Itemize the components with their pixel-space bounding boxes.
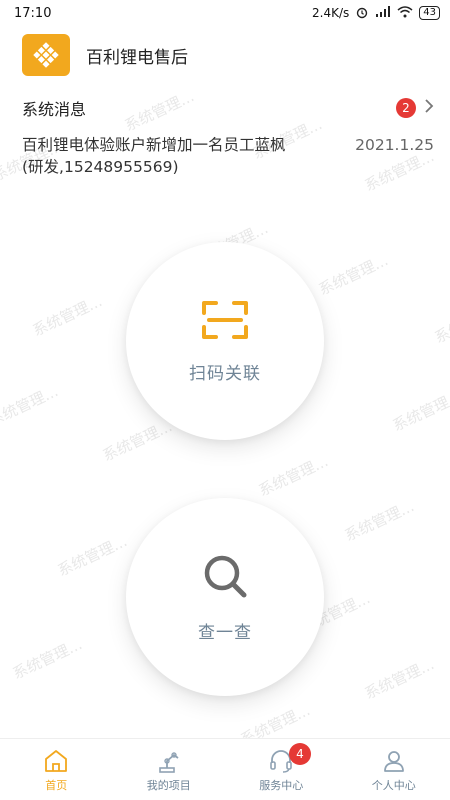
- net-speed: 2.4K/s: [312, 6, 350, 20]
- service-count-badge: 4: [289, 743, 311, 765]
- robot-arm-icon: [156, 747, 182, 775]
- user-icon: [381, 747, 407, 775]
- system-messages-title: 系统消息: [22, 100, 87, 119]
- watermark: 系统管理...: [29, 292, 105, 340]
- system-message-item[interactable]: 百利锂电体验账户新增加一名员工蓝枫 2021.1.25 (研发,15248955…: [22, 134, 434, 178]
- message-detail: (研发,15248955569): [22, 158, 179, 176]
- nav-projects[interactable]: 我的项目: [113, 739, 226, 800]
- alarm-icon: [355, 5, 369, 22]
- scan-link-button[interactable]: 扫码关联: [126, 242, 324, 440]
- watermark: 系统管理...: [255, 452, 331, 500]
- watermark: 系统管理...: [99, 417, 175, 465]
- scan-icon: [201, 299, 249, 345]
- lookup-button[interactable]: 查一查: [126, 498, 324, 696]
- message-date: 2021.1.25: [355, 136, 434, 154]
- scan-link-label: 扫码关联: [189, 363, 261, 384]
- nav-projects-label: 我的项目: [146, 778, 191, 792]
- watermark: 系统管理...: [9, 635, 85, 683]
- bottom-nav: 首页 我的项目 服务中心 4 个人中心: [0, 738, 450, 800]
- app-logo: [22, 34, 70, 76]
- status-time: 17:10: [14, 5, 52, 21]
- status-bar: 17:10 2.4K/s 43: [0, 0, 450, 26]
- lookup-label: 查一查: [198, 622, 252, 643]
- watermark: 系统管理...: [315, 251, 391, 299]
- watermark: 系统管理...: [431, 299, 450, 347]
- watermark: 系统管理...: [361, 655, 437, 703]
- signal-icon: [375, 5, 391, 21]
- system-messages-header[interactable]: 系统消息 2: [22, 94, 434, 122]
- watermark: 系统管理...: [0, 382, 61, 430]
- message-text: 百利锂电体验账户新增加一名员工蓝枫: [22, 136, 286, 154]
- nav-profile-label: 个人中心: [371, 778, 416, 792]
- watermark: 系统管理...: [389, 387, 450, 435]
- message-count-badge: 2: [396, 98, 416, 118]
- nav-home[interactable]: 首页: [0, 739, 113, 800]
- nav-home-label: 首页: [45, 778, 68, 792]
- watermark: 系统管理...: [341, 497, 417, 545]
- status-indicators: 2.4K/s 43: [312, 5, 440, 22]
- nav-profile[interactable]: 个人中心: [338, 739, 450, 800]
- system-messages-more[interactable]: 2: [396, 98, 434, 118]
- search-icon: [201, 552, 249, 604]
- chevron-right-icon: [424, 98, 434, 118]
- app-header: 百利锂电售后: [22, 34, 188, 76]
- watermark: 系统管理...: [54, 532, 130, 580]
- nav-service[interactable]: 服务中心 4: [225, 739, 338, 800]
- nav-service-label: 服务中心: [259, 778, 304, 792]
- battery-indicator: 43: [419, 6, 440, 20]
- app-title: 百利锂电售后: [86, 47, 188, 68]
- home-icon: [43, 747, 69, 775]
- wifi-icon: [397, 5, 413, 21]
